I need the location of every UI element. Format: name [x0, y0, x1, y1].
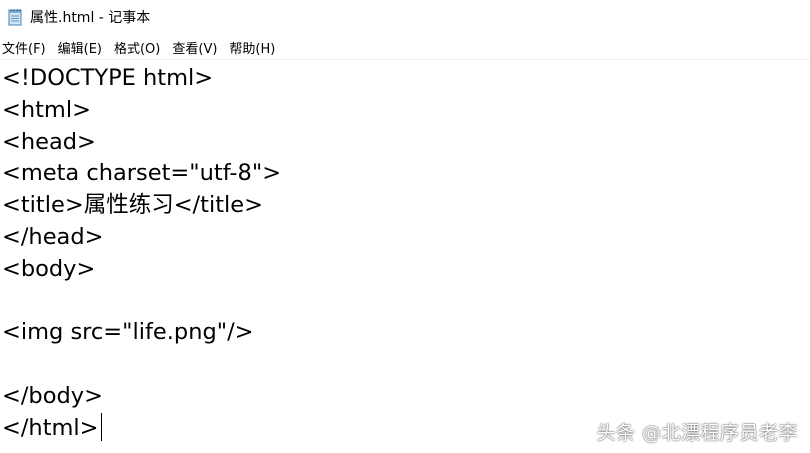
code-line: <head> [2, 129, 96, 155]
text-editor[interactable]: <!DOCTYPE html> <html> <head> <meta char… [0, 60, 810, 453]
menu-format[interactable]: 格式(O) [110, 36, 166, 59]
code-line: <img src="life.png"/> [2, 319, 254, 345]
code-line: <html> [2, 97, 91, 123]
code-line: <title>属性练习</title> [2, 192, 263, 218]
code-line-text: </html> [2, 415, 99, 441]
menu-edit[interactable]: 编辑(E) [54, 36, 108, 59]
menu-file[interactable]: 文件(F) [0, 36, 52, 59]
menu-help[interactable]: 帮助(H) [225, 36, 281, 59]
notepad-icon [6, 8, 24, 26]
menu-view[interactable]: 查看(V) [168, 36, 223, 59]
code-line: </body> [2, 383, 103, 409]
last-code-line: </html> [2, 412, 103, 444]
title-bar: 属性.html - 记事本 [0, 0, 810, 34]
text-caret [100, 412, 103, 441]
code-line: <body> [2, 256, 96, 282]
menu-bar: 文件(F) 编辑(E) 格式(O) 查看(V) 帮助(H) [0, 34, 810, 60]
window-title: 属性.html - 记事本 [30, 10, 151, 26]
code-line: <!DOCTYPE html> [2, 65, 214, 91]
watermark: 头条 @北漂程序员老李 [596, 422, 798, 444]
code-line: </head> [2, 224, 104, 250]
code-line: <meta charset="utf-8"> [2, 160, 282, 186]
